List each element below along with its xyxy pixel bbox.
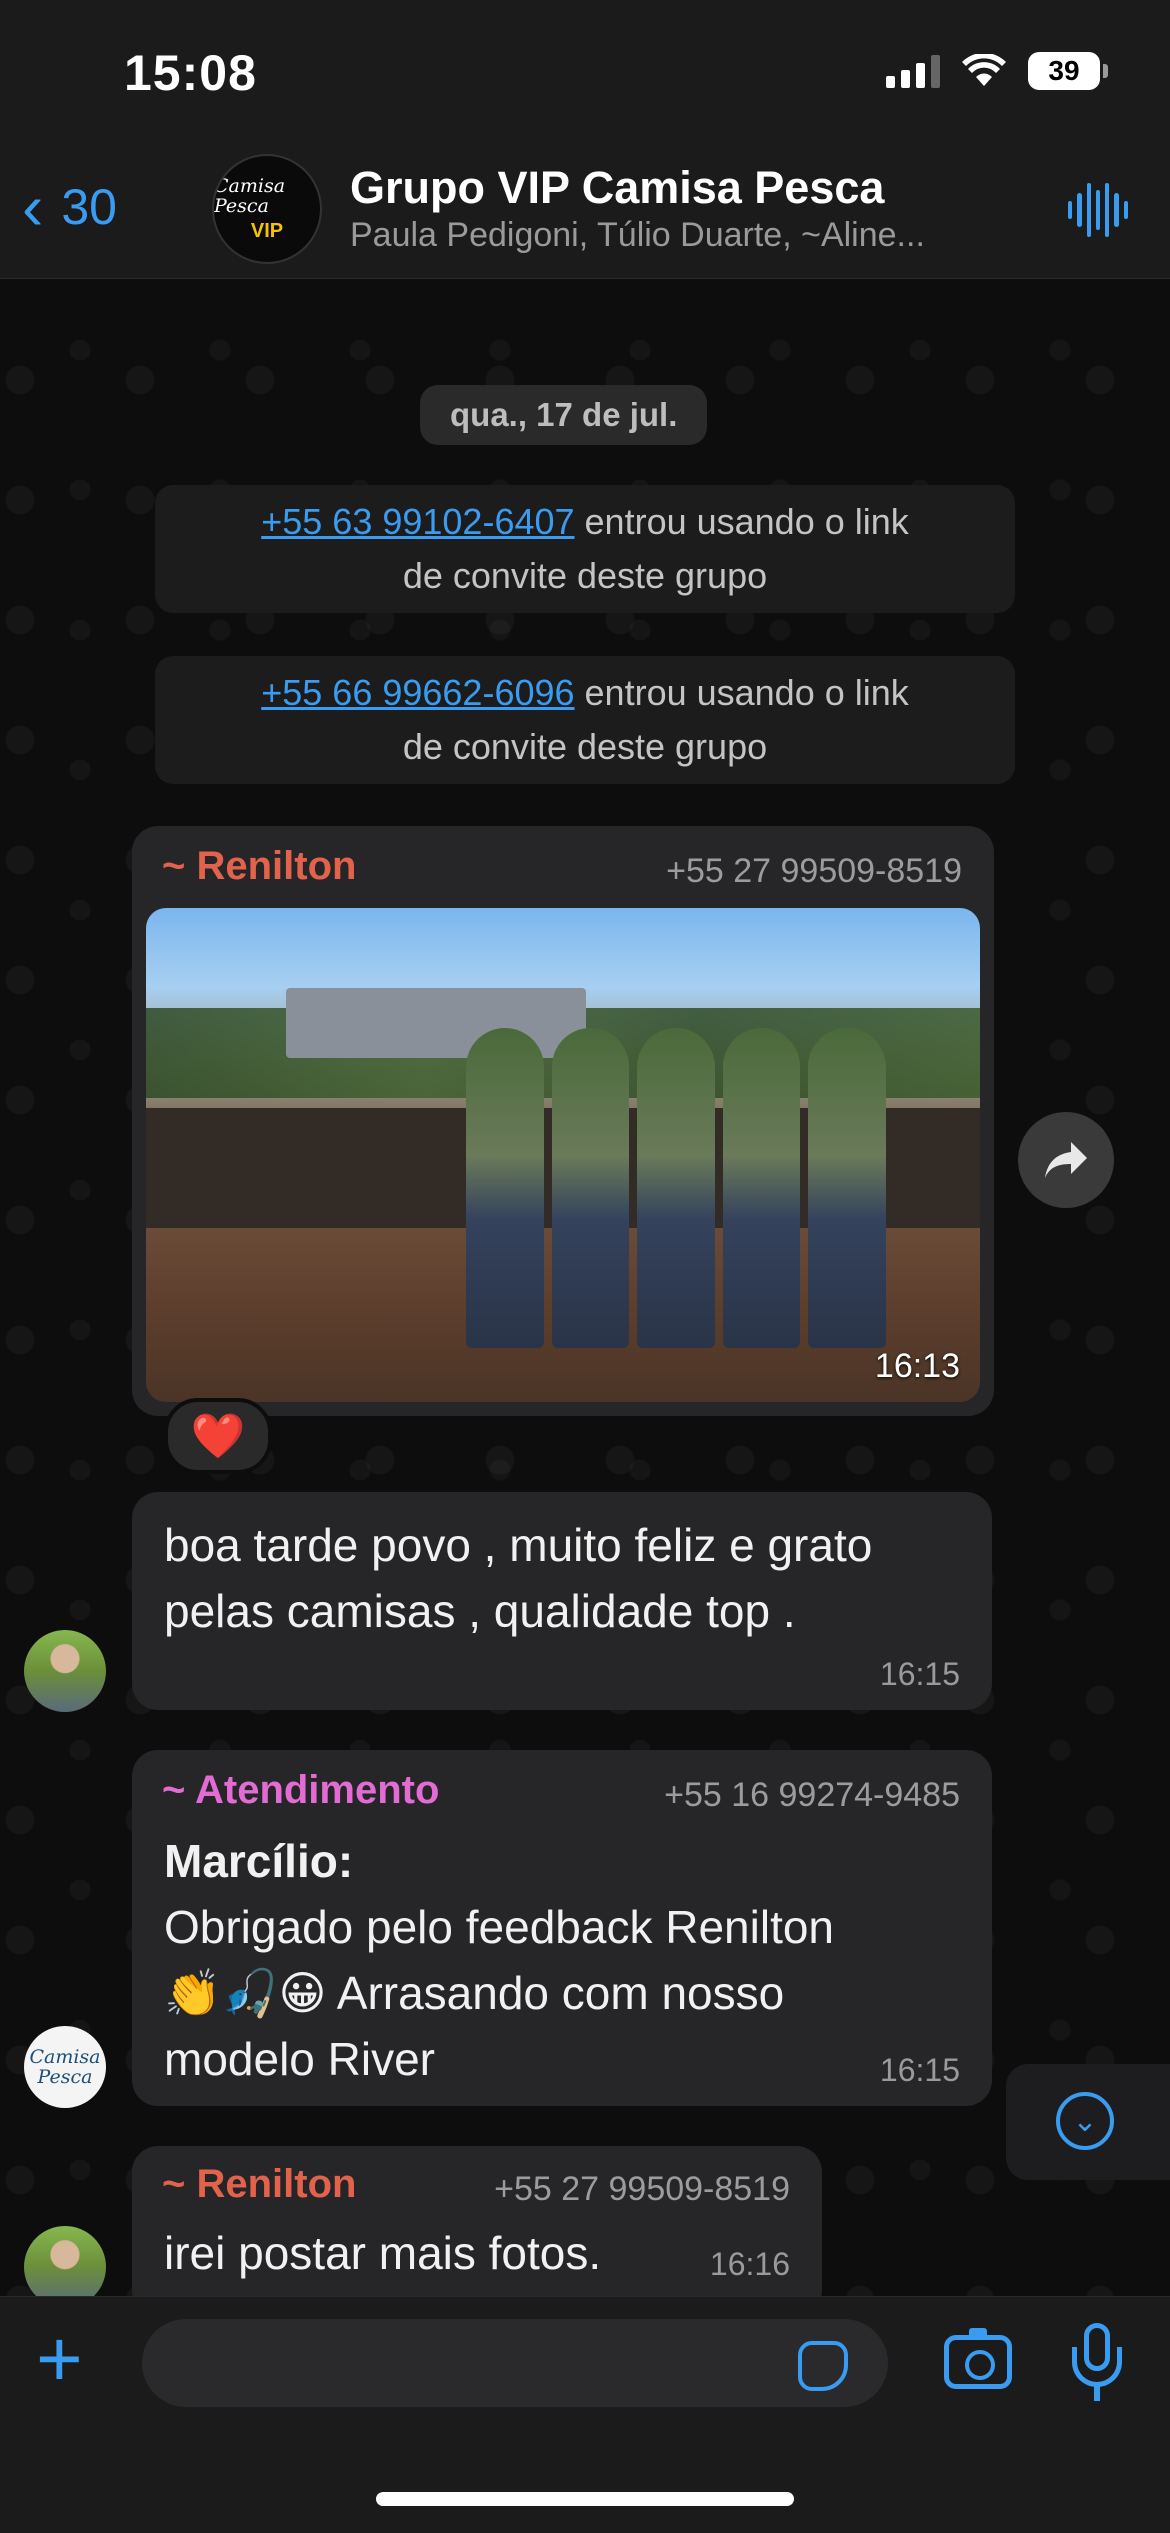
forward-icon bbox=[1045, 1142, 1087, 1178]
message-bubble[interactable]: boa tarde povo , muito feliz e grato pel… bbox=[132, 1492, 992, 1710]
system-text-line2: de convite deste grupo bbox=[402, 726, 768, 767]
unread-count: 30 bbox=[61, 179, 117, 235]
message-text: boa tarde povo , muito feliz e grato pel… bbox=[164, 1512, 872, 1644]
message-time: 16:15 bbox=[879, 2052, 960, 2088]
message-time: 16:16 bbox=[709, 2246, 790, 2282]
phone-link[interactable]: +55 63 99102-6407 bbox=[261, 501, 574, 542]
date-separator: qua., 17 de jul. bbox=[420, 385, 708, 445]
message-input[interactable] bbox=[142, 2319, 888, 2407]
sender-name[interactable]: ~ Renilton bbox=[162, 2162, 356, 2207]
message-text: Marcílio: Obrigado pelo feedback Renilto… bbox=[164, 1828, 964, 2092]
system-message: +55 63 99102-6407 entrou usando o link d… bbox=[155, 485, 1015, 613]
back-button[interactable]: ‹ 30 bbox=[22, 171, 117, 243]
message-time: 16:13 bbox=[874, 1347, 960, 1385]
group-members[interactable]: Paula Pedigoni, Túlio Duarte, ~Aline... bbox=[350, 216, 990, 255]
chevron-left-icon: ‹ bbox=[22, 171, 44, 243]
system-message: +55 66 99662-6096 entrou usando o link d… bbox=[155, 656, 1015, 784]
audio-wave-icon[interactable] bbox=[1068, 180, 1128, 240]
message-text-line: Obrigado pelo feedback Renilton bbox=[164, 1901, 835, 1953]
status-bar: 15:08 39 bbox=[0, 0, 1170, 150]
group-avatar-vip-badge: VIP bbox=[250, 219, 284, 243]
system-text-line2: de convite deste grupo bbox=[402, 555, 768, 596]
photo-attachment[interactable]: 16:13 bbox=[146, 908, 980, 1402]
message-author: Marcílio: bbox=[164, 1835, 354, 1887]
chat-header: ‹ 30 Camisa Pesca VIP Grupo VIP Camisa P… bbox=[0, 150, 1170, 279]
phone-link[interactable]: +55 66 99662-6096 bbox=[261, 672, 574, 713]
message-time: 16:15 bbox=[879, 1656, 960, 1692]
emoji-group: 👏🎣😀 bbox=[164, 1967, 327, 2019]
system-text: entrou usando o link bbox=[574, 672, 909, 713]
attach-plus-icon[interactable]: + bbox=[36, 2319, 83, 2399]
message-bubble[interactable]: ~ Atendimento +55 16 99274-9485 Marcílio… bbox=[132, 1750, 992, 2106]
sender-name[interactable]: ~ Atendimento bbox=[162, 1768, 439, 1813]
message-text-line: boa tarde povo , muito feliz e grato bbox=[164, 1519, 873, 1571]
sender-phone[interactable]: +55 27 99509-8519 bbox=[666, 852, 962, 891]
message-bubble[interactable]: ~ Renilton +55 27 99509-8519 irei postar… bbox=[132, 2146, 822, 2316]
home-indicator[interactable] bbox=[376, 2492, 794, 2506]
message-text-line: pelas camisas , qualidade top . bbox=[164, 1585, 796, 1637]
group-title[interactable]: Grupo VIP Camisa Pesca bbox=[350, 162, 884, 214]
message-text: irei postar mais fotos. bbox=[164, 2227, 602, 2279]
microphone-icon[interactable] bbox=[1072, 2323, 1122, 2403]
group-avatar-logo-text: Camisa Pesca bbox=[214, 174, 286, 217]
sender-phone[interactable]: +55 27 99509-8519 bbox=[494, 2170, 790, 2209]
scroll-to-bottom-button[interactable]: ⌄ bbox=[1006, 2064, 1170, 2180]
avatar[interactable]: Camisa Pesca bbox=[24, 2026, 106, 2108]
message-text-line: Arrasando com nosso bbox=[326, 1967, 785, 2019]
heart-reaction[interactable]: ❤️ bbox=[164, 1398, 272, 1474]
message-text-line: modelo River bbox=[164, 2033, 435, 2085]
avatar[interactable] bbox=[24, 1630, 106, 1712]
photo-people bbox=[466, 1028, 886, 1348]
camera-icon[interactable] bbox=[944, 2328, 1012, 2389]
sender-phone[interactable]: +55 16 99274-9485 bbox=[664, 1776, 960, 1815]
cellular-signal-icon bbox=[886, 54, 940, 88]
group-avatar[interactable]: Camisa Pesca VIP bbox=[212, 154, 322, 264]
system-text: entrou usando o link bbox=[574, 501, 909, 542]
forward-button[interactable] bbox=[1018, 1112, 1114, 1208]
battery-icon: 39 bbox=[1028, 52, 1108, 90]
wifi-icon bbox=[962, 54, 1006, 86]
avatar-logo-text: Camisa Pesca bbox=[29, 2046, 101, 2088]
status-time: 15:08 bbox=[124, 45, 257, 101]
sender-name[interactable]: ~ Renilton bbox=[162, 844, 356, 889]
status-icons: 39 bbox=[886, 52, 1108, 90]
chevron-down-icon: ⌄ bbox=[1056, 2092, 1114, 2150]
